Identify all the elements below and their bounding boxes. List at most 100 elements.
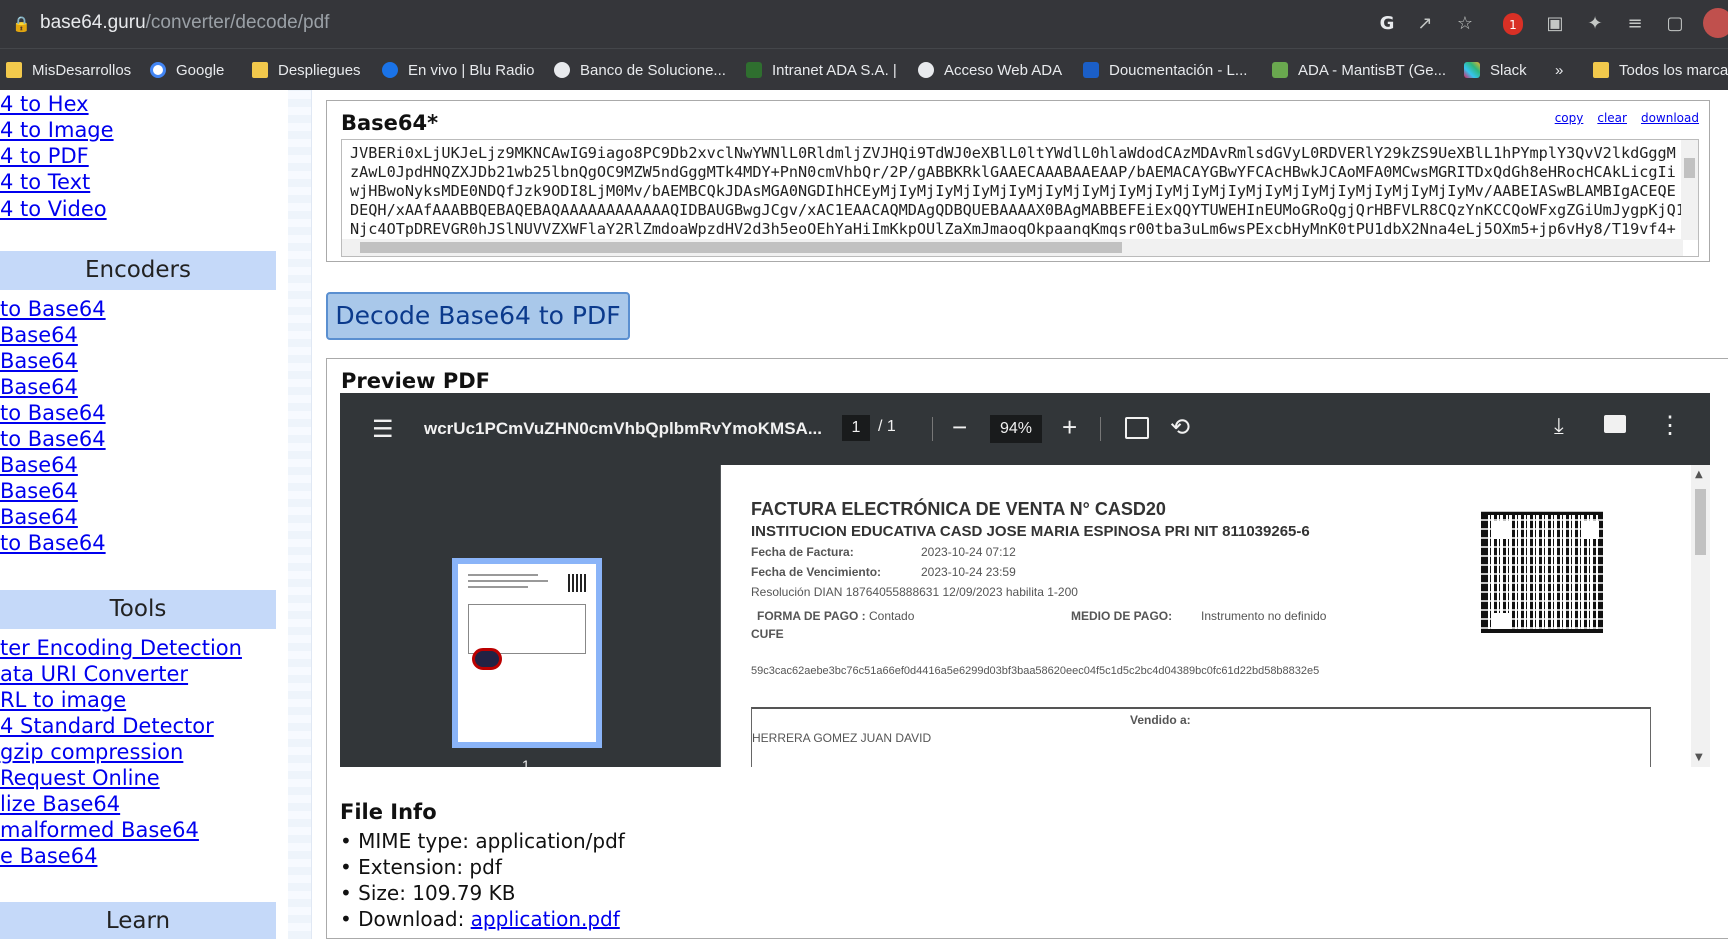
bookmarks-overflow-button[interactable]: » [1555,59,1563,81]
scrollbar-thumb[interactable] [1695,489,1706,555]
sidebar-link[interactable]: Base64 [0,374,78,400]
scrollbar-thumb[interactable] [360,242,1122,253]
bookmark-google[interactable]: Google [150,59,224,81]
pdf-scrollbar[interactable]: ▲ ▼ [1691,465,1710,767]
media-control-icon[interactable]: ≡ [1623,12,1647,36]
file-info-title: File Info [340,800,437,824]
cufe-value: 59c3cac62aebe3bc76c51a66ef0d4416a5e6299d… [751,665,1320,677]
fit-page-icon[interactable] [1125,417,1149,439]
decode-button[interactable]: Decode Base64 to PDF [326,292,630,340]
copy-link[interactable]: copy [1555,111,1584,125]
bookmark-documentacion[interactable]: Doucmentación - L... [1083,59,1247,81]
sidebar-link[interactable]: Request Online [0,765,160,791]
url-field[interactable]: base64.guru/converter/decode/pdf [40,12,329,34]
sold-to-label: Vendido a: [1130,713,1191,727]
payment-form-label: FORMA DE PAGO : [757,609,866,623]
textarea-horizontal-scrollbar[interactable] [342,239,1683,256]
thumbnail-line [468,580,548,582]
dsm-icon [1083,62,1099,78]
zoom-out-icon[interactable]: − [952,412,967,443]
decorative-stripe [288,90,312,939]
scrollbar-thumb[interactable] [1684,158,1695,178]
globe-icon [918,62,934,78]
extension-icon[interactable]: ▣ [1543,12,1567,36]
download-prefix: • Download: [340,907,471,931]
sidebar-link[interactable]: to Base64 [0,400,106,426]
bookmark-acceso-web-ada[interactable]: Acceso Web ADA [918,59,1062,81]
invoice-date-label: Fecha de Factura: [751,545,854,559]
sidebar-link[interactable]: to Base64 [0,530,106,556]
pdf-toolbar: ☰ wcrUc1PCmVuZHN0cmVhbQplbmRvYmoKMSA... … [340,393,1710,465]
sidebar-section-tools: Tools [0,590,276,629]
download-file-link[interactable]: application.pdf [471,907,620,931]
sidebar-link[interactable]: e Base64 [0,843,97,869]
invoice-date: 2023-10-24 07:12 [921,545,1016,559]
base64-line: zAwL0JpdHNQZXJDb21wb25lbnQgOC9MZW5ndGggM… [350,163,1676,181]
sidebar-link[interactable]: malformed Base64 [0,817,199,843]
extension-badge-icon[interactable]: 1 [1503,13,1523,35]
sidebar-link[interactable]: lize Base64 [0,791,120,817]
sidebar-link[interactable]: 4 to Image [0,117,114,143]
page-thumbnail[interactable] [452,558,602,748]
google-lens-icon[interactable]: G [1375,12,1399,36]
extensions-puzzle-icon[interactable]: ✦ [1583,12,1607,36]
sidebar-link[interactable]: 4 to PDF [0,143,89,169]
textarea-vertical-scrollbar[interactable] [1681,140,1698,240]
download-icon[interactable]: ⤓ [1554,413,1564,439]
profile-avatar[interactable] [1703,8,1728,38]
sidebar-link[interactable]: 4 to Hex [0,91,89,117]
sidebar-link[interactable]: Base64 [0,452,78,478]
bookmark-all[interactable]: Todos los marca [1593,59,1728,81]
sidebar-link[interactable]: gzip compression [0,739,183,765]
more-options-icon[interactable]: ⋮ [1658,411,1682,440]
cufe-label: CUFE [751,627,784,641]
address-bar: 🔒 base64.guru/converter/decode/pdf G ↗ ☆… [0,0,1728,48]
sidebar-link[interactable]: ter Encoding Detection [0,635,242,661]
bookmark-misdesarrollos[interactable]: MisDesarrollos [6,59,131,81]
share-icon[interactable]: ↗ [1413,12,1437,36]
clear-link[interactable]: clear [1597,111,1627,125]
lock-icon[interactable]: 🔒 [12,15,31,33]
bookmark-banco-soluciones[interactable]: Banco de Solucione... [554,59,726,81]
bookmark-mantisbt[interactable]: ADA - MantisBT (Ge... [1272,59,1446,81]
side-panel-icon[interactable]: ▢ [1663,12,1687,36]
sidebar-link[interactable]: 4 Standard Detector [0,713,214,739]
print-icon[interactable] [1604,415,1626,433]
google-icon [150,62,166,78]
toolbar-divider [1100,417,1101,441]
rotate-icon[interactable]: ⟲ [1170,413,1190,442]
payment-form: Contado [869,609,915,623]
download-link[interactable]: download [1641,111,1699,125]
page-number-input[interactable]: 1 [842,415,870,441]
bookmark-slack[interactable]: Slack [1464,59,1527,81]
zoom-input[interactable]: 94% [990,415,1042,443]
scroll-down-icon[interactable]: ▼ [1695,752,1703,763]
sidebar-link[interactable]: 4 to Text [0,169,90,195]
sidebar-link[interactable]: Base64 [0,504,78,530]
base64-actions: copy clear download [1555,111,1699,125]
file-size: • Size: 109.79 KB [340,881,516,905]
base64-line: wjHBwoNyksMDE0NDQfJzk9ODI8LjM0Mv/bAEMBCQ… [350,182,1676,200]
resolution-text: Resolución DIAN 18764055888631 12/09/202… [751,585,1078,599]
bookmark-despliegues[interactable]: Despliegues [252,59,361,81]
sidebar-link[interactable]: Base64 [0,322,78,348]
base64-line: JVBERi0xLjUKJeLjz9MKNCAwIG9iago8PC9Db2xv… [350,144,1676,162]
sidebar-link[interactable]: to Base64 [0,296,106,322]
sold-to-box: Vendido a: HERRERA GOMEZ JUAN DAVID [751,707,1651,767]
due-date: 2023-10-24 23:59 [921,565,1016,579]
bookmark-star-icon[interactable]: ☆ [1453,12,1477,36]
scroll-up-icon[interactable]: ▲ [1695,469,1703,480]
sidebar-link[interactable]: ata URI Converter [0,661,188,687]
menu-icon[interactable]: ☰ [372,415,394,444]
page-total: / 1 [878,418,896,435]
bookmark-intranet-ada[interactable]: Intranet ADA S.A. | [746,59,897,81]
bookmark-blu-radio[interactable]: En vivo | Blu Radio [382,59,534,81]
sidebar-link[interactable]: 4 to Video [0,196,107,222]
base64-textarea[interactable]: JVBERi0xLjUKJeLjz9MKNCAwIG9iago8PC9Db2xv… [341,139,1699,257]
zoom-in-icon[interactable]: + [1062,412,1077,443]
sidebar-link[interactable]: Base64 [0,348,78,374]
sidebar-link[interactable]: RL to image [0,687,126,713]
sidebar-link[interactable]: Base64 [0,478,78,504]
payment-method-label: MEDIO DE PAGO: [1071,609,1173,623]
sidebar-link[interactable]: to Base64 [0,426,106,452]
